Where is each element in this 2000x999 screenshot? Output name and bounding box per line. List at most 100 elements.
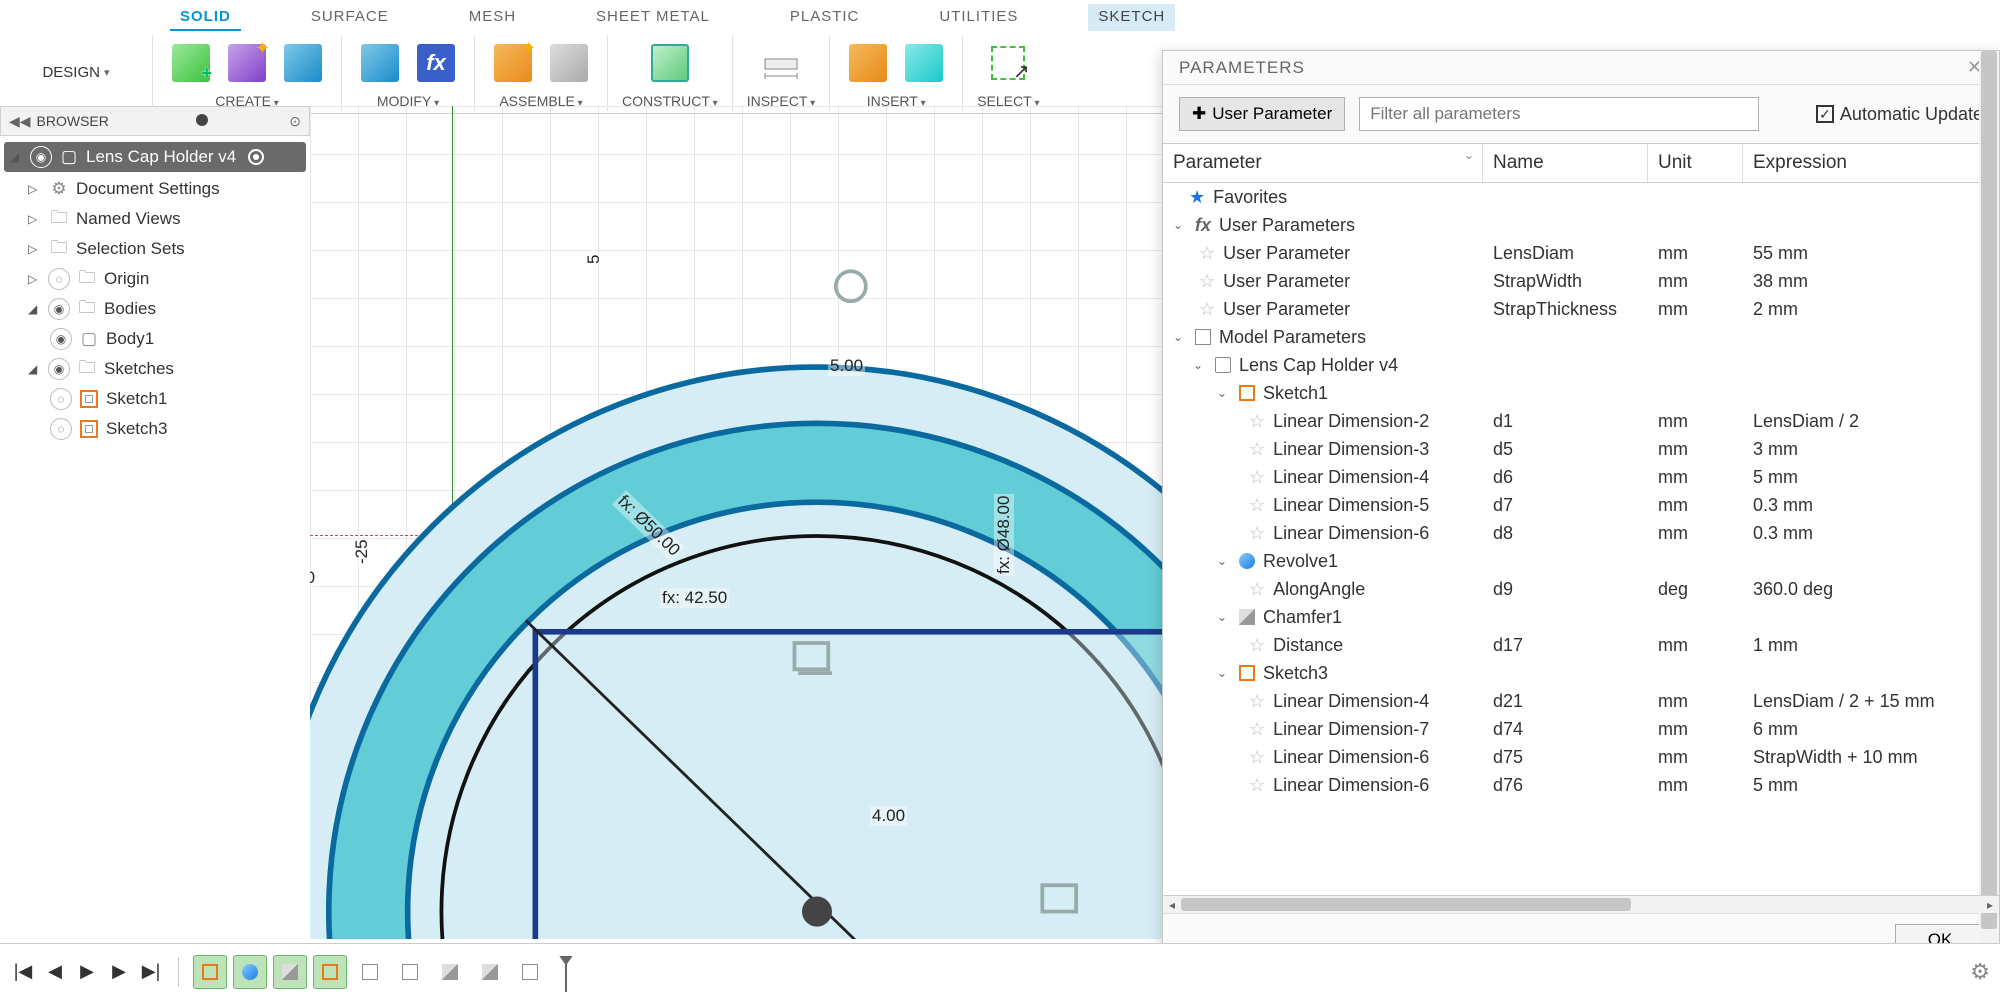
joint-icon[interactable]: [545, 39, 593, 87]
timeline-feature-9[interactable]: [513, 955, 547, 989]
parameter-expression[interactable]: 360.0 deg: [1743, 577, 1999, 602]
visibility-toggle[interactable]: ◉: [50, 328, 72, 350]
browser-hide-button[interactable]: [190, 113, 208, 129]
new-sketch-icon[interactable]: [167, 39, 215, 87]
parameter-name[interactable]: StrapWidth: [1483, 269, 1648, 294]
parameter-row[interactable]: ☆Linear Dimension-4 d21 mm LensDiam / 2 …: [1163, 687, 1999, 715]
timeline-feature-8[interactable]: [473, 955, 507, 989]
tree-expand-icon[interactable]: ◢: [28, 302, 42, 316]
parameter-row[interactable]: ☆Linear Dimension-2 d1 mm LensDiam / 2: [1163, 407, 1999, 435]
parameter-row[interactable]: ☆User Parameter StrapWidth mm 38 mm: [1163, 267, 1999, 295]
tree-expand-icon[interactable]: ▷: [28, 242, 42, 256]
parameter-unit[interactable]: mm: [1648, 493, 1743, 518]
parameter-expression[interactable]: 1 mm: [1743, 633, 1999, 658]
parameter-unit[interactable]: mm: [1648, 521, 1743, 546]
timeline-feature-chamfer[interactable]: [273, 955, 307, 989]
timeline-feature-7[interactable]: [433, 955, 467, 989]
tree-named-views[interactable]: ▷🗀Named Views: [0, 204, 310, 234]
user-parameters-group[interactable]: ⌄fxUser Parameters: [1163, 211, 1999, 239]
browser-collapse-icon[interactable]: ◀◀: [9, 113, 31, 130]
timeline-settings-icon[interactable]: ⚙: [1970, 959, 1990, 985]
feature-group-sketch3[interactable]: ⌄Sketch3: [1163, 659, 1999, 687]
parameter-unit[interactable]: mm: [1648, 297, 1743, 322]
parameter-row[interactable]: ☆Linear Dimension-6 d76 mm 5 mm: [1163, 771, 1999, 799]
add-user-parameter-button[interactable]: ✚User Parameter: [1179, 97, 1345, 131]
feature-group-chamfer1[interactable]: ⌄Chamfer1: [1163, 603, 1999, 631]
timeline-step-forward-icon[interactable]: ▶: [106, 959, 132, 985]
tree-sketch1[interactable]: ◌Sketch1: [0, 384, 310, 414]
parameter-unit[interactable]: mm: [1648, 409, 1743, 434]
favorite-star-icon[interactable]: ☆: [1249, 495, 1265, 516]
parameter-name[interactable]: StrapThickness: [1483, 297, 1648, 322]
chevron-down-icon[interactable]: ⌄: [1217, 610, 1231, 624]
parameter-expression[interactable]: 55 mm: [1743, 241, 1999, 266]
visibility-toggle[interactable]: ◌: [50, 418, 72, 440]
tree-sketch3[interactable]: ◌Sketch3: [0, 414, 310, 444]
scroll-left-icon[interactable]: ◂: [1163, 896, 1181, 913]
chevron-down-icon[interactable]: ⌄: [1217, 386, 1231, 400]
component-group[interactable]: ⌄Lens Cap Holder v4: [1163, 351, 1999, 379]
column-expression[interactable]: Expression: [1743, 144, 1999, 182]
parameter-unit[interactable]: mm: [1648, 633, 1743, 658]
column-name[interactable]: Name: [1483, 144, 1648, 182]
model-parameters-group[interactable]: ⌄Model Parameters: [1163, 323, 1999, 351]
parameter-name[interactable]: d75: [1483, 745, 1648, 770]
visibility-toggle[interactable]: ◉: [30, 146, 52, 168]
timeline-step-back-icon[interactable]: ◀: [42, 959, 68, 985]
parameter-expression[interactable]: 6 mm: [1743, 717, 1999, 742]
parameter-name[interactable]: d9: [1483, 577, 1648, 602]
visibility-toggle[interactable]: ◌: [48, 268, 70, 290]
tree-doc-settings[interactable]: ▷⚙Document Settings: [0, 174, 310, 204]
parameter-row[interactable]: ☆Distance d17 mm 1 mm: [1163, 631, 1999, 659]
favorites-group[interactable]: ★Favorites: [1163, 183, 1999, 211]
parameter-name[interactable]: d21: [1483, 689, 1648, 714]
tree-expand-icon[interactable]: ▷: [28, 272, 42, 286]
browser-options-button[interactable]: ⊙: [289, 113, 301, 130]
favorite-star-icon[interactable]: ☆: [1249, 439, 1265, 460]
activate-component-icon[interactable]: [248, 149, 264, 165]
chevron-down-icon[interactable]: ⌄: [1193, 358, 1207, 372]
favorite-star-icon[interactable]: ☆: [1249, 719, 1265, 740]
column-unit[interactable]: Unit: [1648, 144, 1743, 182]
timeline-feature-6[interactable]: [393, 955, 427, 989]
feature-group-revolve1[interactable]: ⌄Revolve1: [1163, 547, 1999, 575]
tab-solid[interactable]: SOLID: [170, 4, 241, 31]
automatic-update-checkbox[interactable]: ✓Automatic Update: [1816, 104, 1983, 125]
workspace-switcher[interactable]: DESIGN: [6, 39, 146, 105]
create-form-icon[interactable]: [223, 39, 271, 87]
tab-mesh[interactable]: MESH: [459, 4, 526, 31]
tree-expand-icon[interactable]: ▷: [28, 212, 42, 226]
press-pull-icon[interactable]: [356, 39, 404, 87]
insert-svg-icon[interactable]: [844, 39, 892, 87]
parameter-row[interactable]: ☆Linear Dimension-6 d75 mm StrapWidth + …: [1163, 743, 1999, 771]
parameter-unit[interactable]: mm: [1648, 465, 1743, 490]
parameter-expression[interactable]: 5 mm: [1743, 465, 1999, 490]
parameter-unit[interactable]: mm: [1648, 717, 1743, 742]
dimension-6[interactable]: 6.00: [310, 568, 317, 588]
parameter-row[interactable]: ☆Linear Dimension-6 d8 mm 0.3 mm: [1163, 519, 1999, 547]
tab-sheet-metal[interactable]: SHEET METAL: [586, 4, 720, 31]
parameters-titlebar[interactable]: PARAMETERS ✕: [1163, 51, 1999, 85]
scrollbar-thumb[interactable]: [1981, 183, 1997, 895]
favorite-star-icon[interactable]: ☆: [1199, 299, 1215, 320]
tab-plastic[interactable]: PLASTIC: [780, 4, 870, 31]
favorite-star-icon[interactable]: ☆: [1249, 747, 1265, 768]
parameter-expression[interactable]: 38 mm: [1743, 269, 1999, 294]
favorite-star-icon[interactable]: ☆: [1249, 691, 1265, 712]
parameter-expression[interactable]: 5 mm: [1743, 773, 1999, 798]
select-icon[interactable]: [984, 39, 1032, 87]
tree-expand-icon[interactable]: ◢: [28, 362, 42, 376]
parameter-name[interactable]: d6: [1483, 465, 1648, 490]
tree-sketches[interactable]: ◢◉🗀Sketches: [0, 354, 310, 384]
insert-canvas-icon[interactable]: [900, 39, 948, 87]
favorite-star-icon[interactable]: ☆: [1199, 243, 1215, 264]
parameter-expression[interactable]: 3 mm: [1743, 437, 1999, 462]
sort-caret-icon[interactable]: ⌄: [1464, 148, 1474, 162]
parameter-row[interactable]: ☆User Parameter StrapThickness mm 2 mm: [1163, 295, 1999, 323]
favorite-star-icon[interactable]: ☆: [1249, 411, 1265, 432]
favorite-star-icon[interactable]: ☆: [1249, 579, 1265, 600]
chevron-down-icon[interactable]: ⌄: [1173, 330, 1187, 344]
vertical-scrollbar[interactable]: [1979, 183, 1999, 895]
timeline-feature-sketch3[interactable]: [313, 955, 347, 989]
tree-origin[interactable]: ▷◌🗀Origin: [0, 264, 310, 294]
